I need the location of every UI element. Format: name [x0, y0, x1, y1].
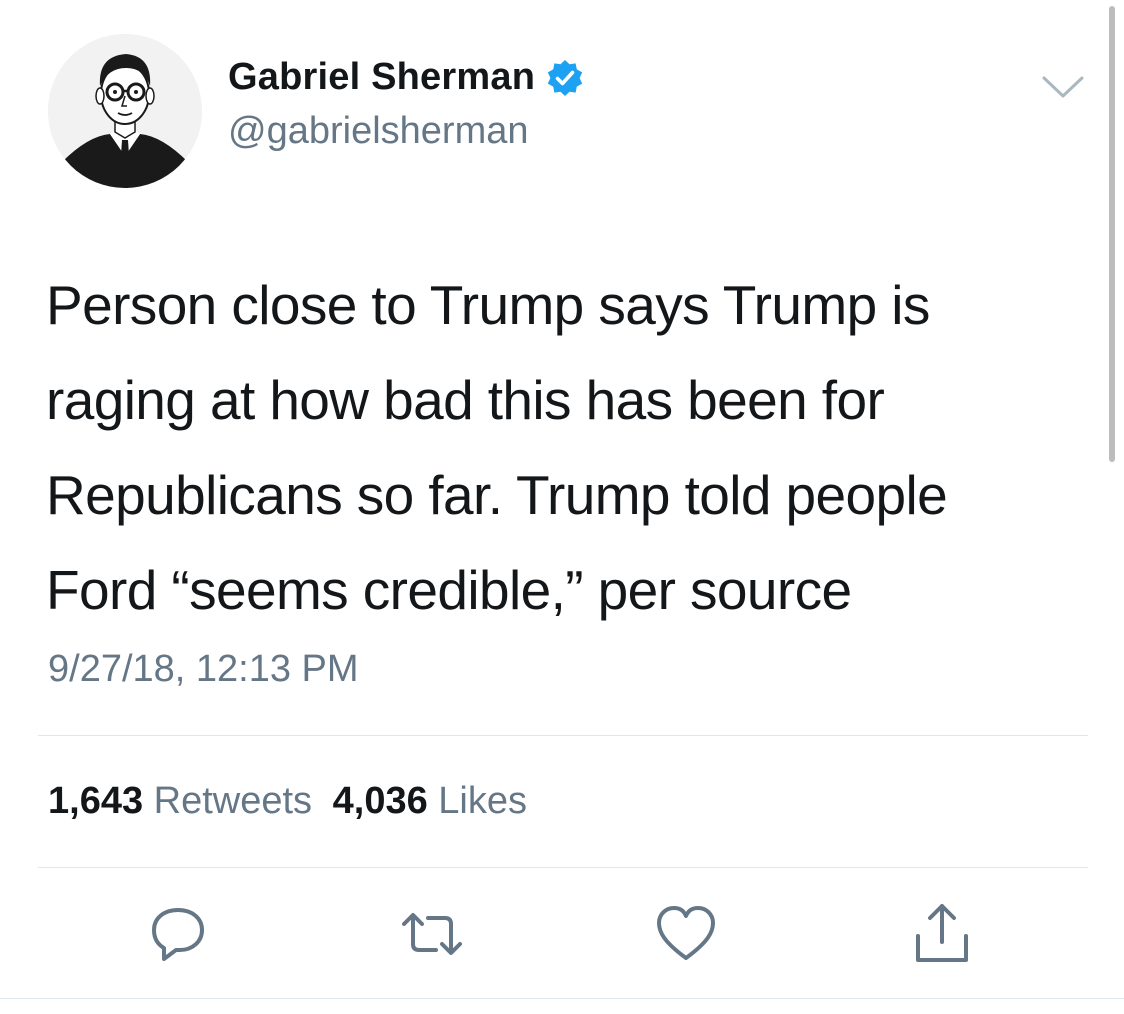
likes-label: Likes — [438, 780, 527, 822]
divider — [0, 998, 1124, 999]
tweet-stats: 1,643 Retweets 4,036 Likes — [48, 780, 527, 823]
scrollbar[interactable] — [1109, 6, 1115, 462]
retweets-label: Retweets — [153, 780, 313, 822]
share-icon — [916, 904, 968, 962]
retweet-button[interactable] — [400, 902, 464, 966]
tweet-timestamp: 9/27/18, 12:13 PM — [48, 648, 359, 690]
tweet-text-line: Person close to Trump says Trump is — [46, 274, 930, 336]
author-name[interactable]: Gabriel Sherman — [228, 56, 535, 99]
reply-button[interactable] — [146, 902, 210, 966]
avatar-illustration — [48, 34, 202, 188]
share-button[interactable] — [910, 902, 974, 966]
divider — [38, 867, 1088, 868]
tweet-text: Person close to Trump says Trump is ragi… — [46, 258, 1066, 638]
likes-stat[interactable]: 4,036 Likes — [333, 780, 527, 822]
divider — [38, 735, 1088, 736]
likes-count: 4,036 — [332, 780, 428, 822]
chevron-down-icon[interactable] — [1040, 72, 1086, 102]
tweet-text-line: raging at how bad this has been for — [46, 369, 885, 431]
author-handle[interactable]: @gabrielsherman — [228, 110, 529, 153]
author-name-row[interactable]: Gabriel Sherman — [228, 56, 585, 99]
reply-icon — [152, 908, 204, 961]
tweet-text-line: Ford “seems credible,” per source — [46, 559, 852, 621]
retweet-icon — [402, 913, 462, 955]
tweet-text-line: Republicans so far. Trump told people — [46, 464, 948, 526]
retweets-stat[interactable]: 1,643 Retweets — [48, 780, 323, 822]
like-button[interactable] — [654, 902, 718, 966]
avatar[interactable] — [48, 34, 202, 188]
like-icon — [657, 906, 715, 960]
verified-badge-icon — [547, 59, 583, 96]
retweets-count: 1,643 — [48, 780, 144, 822]
